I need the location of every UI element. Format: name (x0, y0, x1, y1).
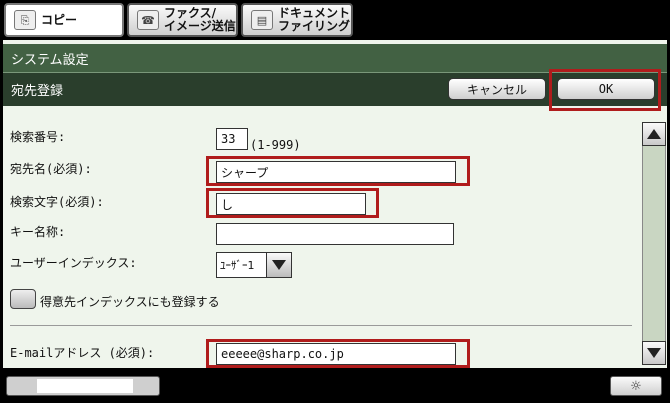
favorites-index-label: 得意先インデックスにも登録する (40, 295, 220, 309)
email-label: E-mailアドレス (必須): (10, 346, 155, 360)
cancel-button[interactable]: キャンセル (448, 78, 546, 100)
key-name-label: キー名称: (10, 225, 66, 239)
document-filing-icon: ▤ (251, 10, 273, 30)
scroll-down-button[interactable] (642, 341, 666, 365)
tab-fax-label: ファクス/ イメージ送信 (164, 6, 236, 33)
tab-document-filing[interactable]: ▤ ドキュメント ファイリング (241, 3, 353, 37)
user-index-value: ﾕｰｻﾞｰ1 (220, 259, 255, 272)
section-divider (10, 325, 632, 326)
scrollbar-track[interactable] (642, 146, 666, 341)
brightness-button[interactable]: ☼ (610, 376, 662, 396)
destination-registration-title: 宛先登録 (11, 84, 64, 99)
fax-icon: ☎ (137, 10, 159, 30)
user-index-label: ユーザーインデックス: (10, 256, 137, 270)
favorites-index-checkbox[interactable] (10, 289, 36, 309)
search-number-label: 検索番号: (10, 130, 66, 144)
system-settings-title: システム設定 (11, 52, 89, 68)
ok-button[interactable]: OK (557, 78, 655, 100)
email-field[interactable]: eeeee@sharp.co.jp (216, 343, 456, 365)
scroll-up-button[interactable] (642, 122, 666, 146)
tab-copy[interactable]: ⎘ コピー (4, 3, 124, 37)
status-progress-bar (6, 376, 160, 396)
brightness-icon: ☼ (630, 378, 642, 394)
search-number-field[interactable]: 33 (216, 128, 248, 150)
chevron-down-icon[interactable] (266, 253, 291, 277)
user-index-select[interactable]: ﾕｰｻﾞｰ1 (216, 252, 292, 278)
search-chars-label: 検索文字(必須): (10, 195, 104, 209)
system-settings-bar: システム設定 (3, 44, 667, 72)
destination-name-label: 宛先名(必須): (10, 162, 92, 176)
tab-fax-image-send[interactable]: ☎ ファクス/ イメージ送信 (127, 3, 238, 37)
destination-name-field[interactable]: シャープ (216, 161, 456, 183)
chevron-up-icon (647, 129, 661, 139)
chevron-down-icon (647, 348, 661, 358)
search-number-range: (1-999) (250, 138, 301, 152)
tab-copy-label: コピー (41, 12, 78, 27)
search-chars-field[interactable]: し (216, 193, 366, 215)
copy-icon: ⎘ (14, 10, 36, 30)
tab-document-label: ドキュメント ファイリング (278, 6, 351, 33)
progress-fill (37, 379, 133, 393)
key-name-field[interactable] (216, 223, 454, 245)
